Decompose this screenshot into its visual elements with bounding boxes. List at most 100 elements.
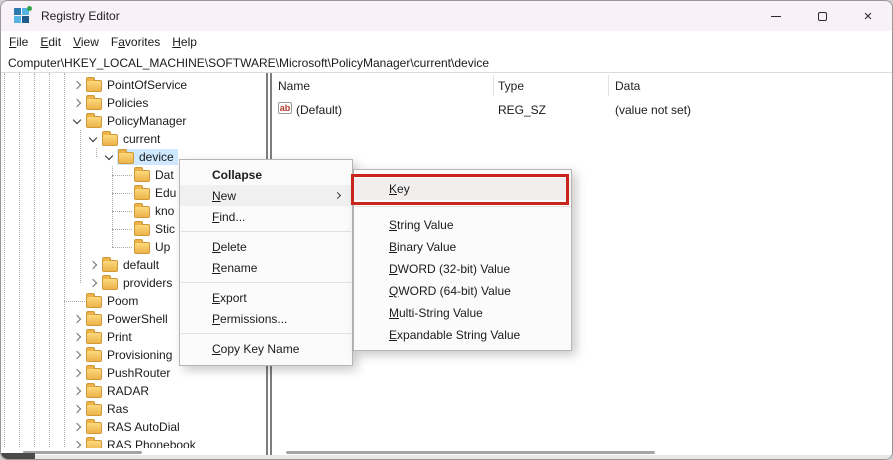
address-bar[interactable]: Computer\HKEY_LOCAL_MACHINE\SOFTWARE\Mic… [1, 53, 892, 73]
chevron-right-icon[interactable] [71, 421, 84, 434]
folder-icon [86, 116, 102, 128]
menu-separator [180, 329, 352, 338]
tree-item-policymanager[interactable]: PolicyManager [1, 112, 266, 130]
column-separator[interactable] [608, 75, 609, 96]
folder-icon [102, 278, 118, 290]
folder-icon [134, 206, 150, 218]
chevron-right-icon[interactable] [71, 331, 84, 344]
window-title: Registry Editor [41, 9, 120, 23]
folder-icon [86, 314, 102, 326]
tree-item-label: kno [155, 204, 174, 218]
folder-icon [86, 404, 102, 416]
close-button[interactable]: × [845, 1, 891, 31]
chevron-right-icon[interactable] [71, 97, 84, 110]
submenu-arrow-icon [334, 192, 341, 199]
submenu-item-multi-string-value[interactable]: Multi-String Value [354, 302, 571, 324]
column-header-name[interactable]: Name [278, 79, 310, 93]
folder-icon [134, 224, 150, 236]
value-row-default[interactable]: ab(Default)REG_SZ(value not set) [272, 99, 892, 117]
chevron-right-icon[interactable] [87, 277, 100, 290]
folder-icon [102, 134, 118, 146]
tree-item-ras-phonebook[interactable]: RAS Phonebook [1, 436, 266, 448]
menu-favorites[interactable]: Favorites [105, 33, 166, 52]
context-menu-item-collapse[interactable]: Collapse [180, 164, 352, 185]
tree-item-label: providers [123, 276, 172, 290]
menu-separator [180, 227, 352, 236]
tree-horizontal-scrollbar[interactable] [23, 451, 142, 454]
submenu-item-string-value[interactable]: String Value [354, 214, 571, 236]
tree-item-radar[interactable]: RADAR [1, 382, 266, 400]
context-menu-item-delete[interactable]: Delete [180, 236, 352, 257]
tree-item-policies[interactable]: Policies [1, 94, 266, 112]
chevron-down-icon[interactable] [71, 115, 84, 128]
chevron-right-icon[interactable] [71, 367, 84, 380]
list-horizontal-scrollbar[interactable] [286, 451, 655, 454]
context-menu-item-find[interactable]: Find... [180, 206, 352, 227]
menu-view[interactable]: View [67, 33, 105, 52]
folder-icon [102, 260, 118, 272]
chevron-right-icon[interactable] [71, 349, 84, 362]
tree-item-label: PushRouter [107, 366, 170, 380]
menu-file[interactable]: File [3, 33, 34, 52]
tree-item-ras-autodial[interactable]: RAS AutoDial [1, 418, 266, 436]
tree-item-label: current [123, 132, 160, 146]
tree-item-pushrouter[interactable]: PushRouter [1, 364, 266, 382]
folder-icon [86, 440, 102, 448]
chevron-right-icon[interactable] [71, 439, 84, 449]
context-menu-item-rename[interactable]: Rename [180, 257, 352, 278]
context-menu-item-permissions[interactable]: Permissions... [180, 308, 352, 329]
maximize-button[interactable] [799, 1, 845, 31]
folder-icon [86, 422, 102, 434]
column-header-type[interactable]: Type [498, 79, 524, 93]
context-menu-item-new[interactable]: New [180, 185, 352, 206]
tree-item-ras[interactable]: Ras [1, 400, 266, 418]
tree-item-label: PointOfService [107, 78, 187, 92]
folder-icon [118, 152, 134, 164]
tree-item-label: Dat [155, 168, 174, 182]
tree-item-label: Stic [155, 222, 175, 236]
chevron-right-icon[interactable] [71, 313, 84, 326]
folder-icon [134, 170, 150, 182]
value-type: REG_SZ [498, 103, 546, 117]
submenu-item-dword-32-bit-value[interactable]: DWORD (32-bit) Value [354, 258, 571, 280]
folder-icon [86, 332, 102, 344]
menu-edit[interactable]: Edit [34, 33, 67, 52]
tree-item-label: Provisioning [107, 348, 172, 362]
folder-icon [86, 386, 102, 398]
minimize-icon [771, 16, 781, 17]
title-bar: Registry Editor × [1, 1, 892, 31]
folder-icon [86, 368, 102, 380]
value-data: (value not set) [615, 103, 691, 117]
menu-help[interactable]: Help [166, 33, 203, 52]
context-menu-item-export[interactable]: Export [180, 287, 352, 308]
menu-separator [354, 200, 571, 214]
tree-item-current[interactable]: current [1, 130, 266, 148]
submenu-item-binary-value[interactable]: Binary Value [354, 236, 571, 258]
tree-item-label: default [123, 258, 159, 272]
chevron-right-icon[interactable] [71, 403, 84, 416]
folder-icon [86, 80, 102, 92]
tree-item-pointofservice[interactable]: PointOfService [1, 76, 266, 94]
string-value-icon: ab [278, 102, 292, 114]
folder-icon [86, 350, 102, 362]
tree-item-label: Poom [107, 294, 138, 308]
minimize-button[interactable] [753, 1, 799, 31]
submenu-item-qword-64-bit-value[interactable]: QWORD (64-bit) Value [354, 280, 571, 302]
maximize-icon [818, 12, 827, 21]
new-submenu: Key String ValueBinary ValueDWORD (32-bit… [353, 169, 572, 351]
tree-item-label: PowerShell [107, 312, 168, 326]
tree-item-label: Ras [107, 402, 128, 416]
column-separator[interactable] [493, 75, 494, 96]
column-header-data[interactable]: Data [615, 79, 640, 93]
submenu-item-key[interactable]: Key [354, 178, 571, 200]
tree-item-label: Edu [155, 186, 176, 200]
tree-item-label: Policies [107, 96, 148, 110]
chevron-down-icon[interactable] [103, 151, 116, 164]
chevron-right-icon[interactable] [71, 385, 84, 398]
chevron-right-icon[interactable] [87, 259, 100, 272]
chevron-down-icon[interactable] [87, 133, 100, 146]
folder-icon [134, 242, 150, 254]
context-menu-item-copy-key-name[interactable]: Copy Key Name [180, 338, 352, 359]
chevron-right-icon[interactable] [71, 79, 84, 92]
submenu-item-expandable-string-value[interactable]: Expandable String Value [354, 324, 571, 346]
